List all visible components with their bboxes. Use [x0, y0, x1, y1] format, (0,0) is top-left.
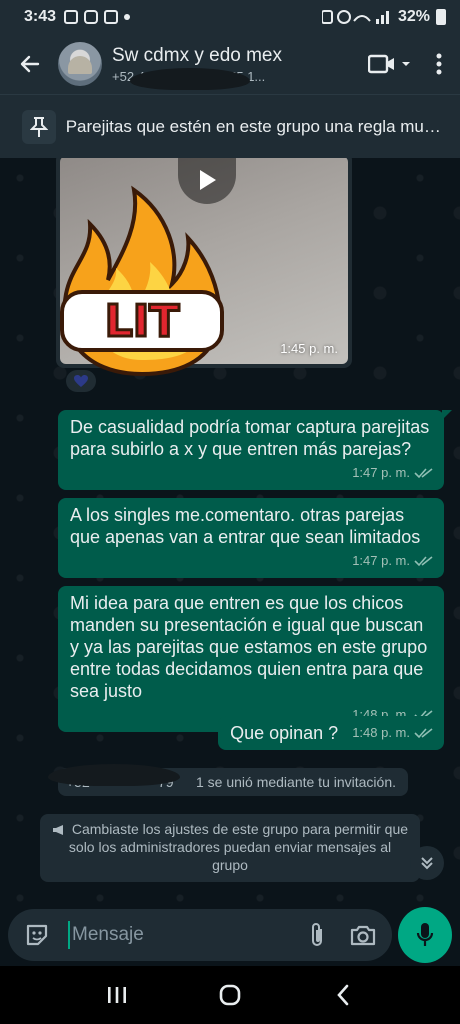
sticker-button[interactable] — [20, 918, 54, 952]
video-message-time: 1:45 p. m. — [280, 341, 338, 356]
paperclip-icon — [312, 923, 322, 946]
arrow-left-icon — [20, 55, 40, 73]
pinned-message-text: Parejitas que estén en este grupo una re… — [65, 116, 448, 136]
message-time: 1:48 p. m. — [352, 725, 410, 740]
pin-icon — [22, 109, 56, 144]
recent-apps-icon — [107, 987, 126, 1003]
camera-button[interactable] — [346, 918, 380, 952]
message-time: 1:47 p. m. — [352, 465, 410, 480]
camera-icon — [350, 925, 376, 946]
status-time: 3:43 — [24, 8, 57, 25]
recent-apps-button[interactable] — [97, 975, 137, 1015]
pinned-message-bar[interactable]: Parejitas que estén en este grupo una re… — [0, 94, 460, 158]
chat-area[interactable]: 1:45 p. m. LIT De casualidad podría toma… — [0, 158, 460, 906]
outgoing-message[interactable]: Mi idea para que entren es que los chico… — [58, 586, 444, 732]
message-time: 1:47 p. m. — [352, 553, 410, 568]
sticker-icon — [26, 924, 48, 946]
more-options-button[interactable] — [426, 44, 452, 84]
header-actions — [368, 44, 452, 84]
settings-notice-text: Cambiaste los ajustes de este grupo para… — [68, 821, 409, 873]
video-camera-icon — [368, 54, 410, 74]
message-meta: 1:48 p. m. — [352, 722, 434, 744]
scroll-to-bottom-button[interactable] — [410, 846, 444, 880]
joined-text: 1 se unió mediante tu invitación. — [195, 774, 396, 790]
sticker-text: LIT — [105, 296, 179, 347]
outgoing-message[interactable]: De casualidad podría tomar captura parej… — [58, 410, 452, 490]
message-meta: 1:47 p. m. — [70, 550, 434, 572]
facebook-icon — [104, 10, 119, 24]
back-nav-button[interactable] — [323, 975, 363, 1015]
message-text: De casualidad podría tomar captura parej… — [70, 417, 430, 459]
message-input-pill — [8, 909, 392, 961]
double-check-icon — [414, 468, 433, 479]
group-avatar[interactable] — [58, 42, 102, 86]
more-notifications-icon — [124, 14, 131, 20]
notification-icons — [64, 10, 131, 24]
battery-icon — [436, 9, 446, 25]
system-status-icons — [321, 10, 389, 24]
voice-message-button[interactable] — [398, 907, 452, 963]
video-call-button[interactable] — [368, 44, 412, 84]
microphone-icon — [416, 923, 434, 946]
heart-icon — [74, 375, 88, 387]
chevron-left-icon — [337, 984, 349, 1006]
double-check-icon — [414, 728, 433, 739]
home-button[interactable] — [210, 975, 250, 1015]
outgoing-message[interactable]: A los singles me.comentaro. otras pareja… — [58, 498, 444, 578]
message-text: A los singles me.comentaro. otras pareja… — [70, 505, 421, 547]
instagram-icon — [64, 10, 79, 24]
group-settings-notice: Cambiaste los ajustes de este grupo para… — [40, 814, 420, 882]
heart-reaction[interactable] — [66, 370, 96, 392]
redaction-mustache — [48, 764, 180, 786]
more-vertical-icon — [436, 53, 442, 75]
megaphone-icon — [52, 825, 63, 836]
back-button[interactable] — [8, 42, 52, 86]
status-bar: 3:43 32% — [0, 0, 460, 34]
lit-fire-sticker: LIT — [60, 185, 224, 377]
outgoing-message[interactable]: Que opinan ? 1:48 p. m. — [218, 716, 444, 750]
message-text: Mi idea para que entren es que los chico… — [70, 593, 428, 701]
system-navigation-bar — [0, 966, 460, 1024]
double-check-icon — [414, 556, 433, 567]
status-right: 32% — [321, 8, 446, 26]
home-icon — [219, 984, 241, 1006]
message-input[interactable] — [68, 921, 288, 949]
redaction-mustache — [130, 68, 250, 90]
double-chevron-down-icon — [421, 857, 433, 870]
attach-button[interactable] — [300, 918, 334, 952]
youtube-icon — [84, 10, 99, 24]
message-composer — [0, 906, 460, 964]
group-name: Sw cdmx y edo mex — [112, 44, 282, 66]
message-text: Que opinan ? — [230, 723, 339, 743]
message-meta: 1:47 p. m. — [70, 462, 434, 484]
battery-percent: 32% — [397, 8, 430, 25]
